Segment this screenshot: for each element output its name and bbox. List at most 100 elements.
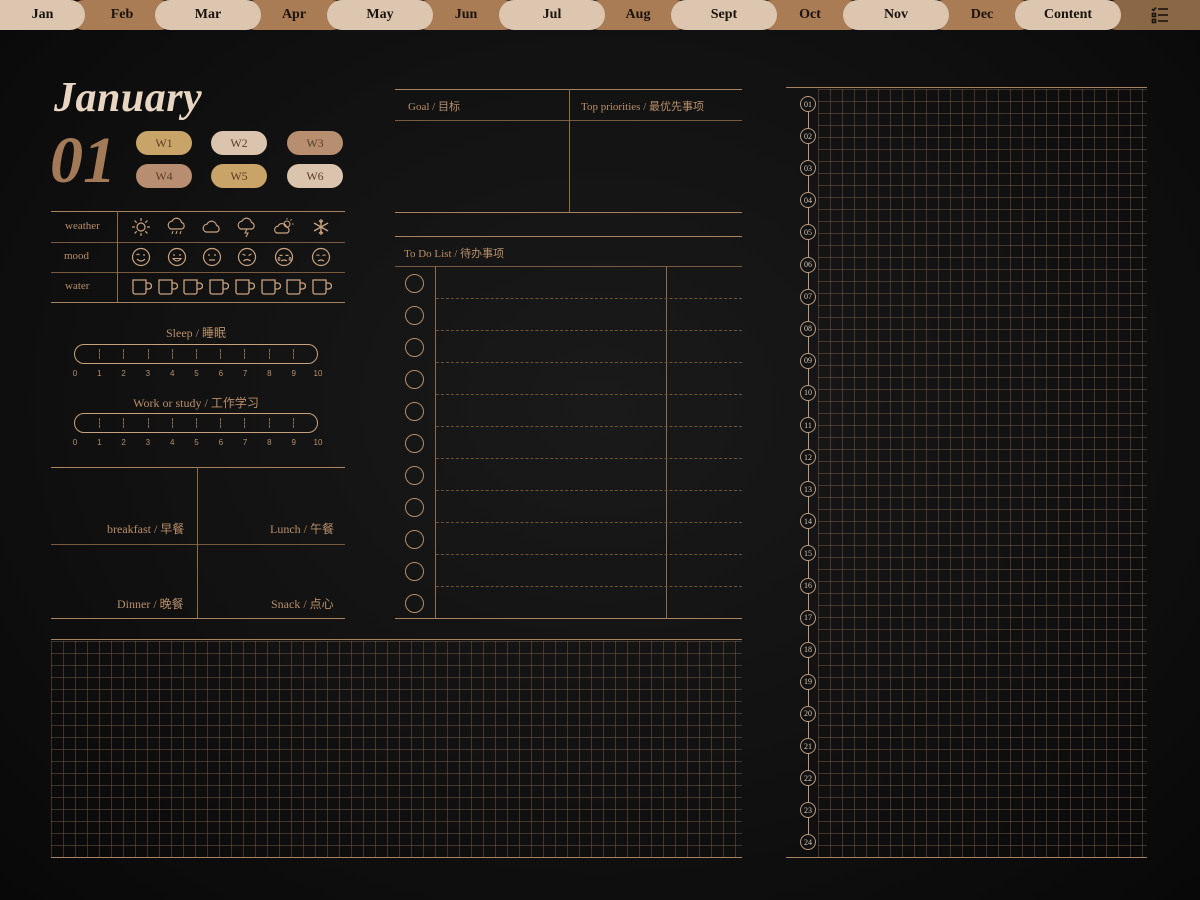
sad-face-icon[interactable] <box>310 246 332 268</box>
tab-label: Jan <box>31 7 54 22</box>
thunderstorm-icon[interactable] <box>236 216 258 238</box>
month-tabs: Jan Feb Mar Apr May Jun Jul Aug Sept Oct Nov Dec Con… <box>0 0 1200 30</box>
lunch-label: Lunch / 午餐 <box>270 522 334 536</box>
tab-mar[interactable]: Mar <box>155 0 261 30</box>
notes-grid[interactable] <box>51 641 742 857</box>
sun-icon[interactable] <box>130 216 152 238</box>
work-study-scale[interactable] <box>74 413 318 433</box>
wink-face-icon[interactable] <box>130 246 152 268</box>
scale-tick <box>220 349 222 359</box>
tab-sept[interactable]: Sept <box>671 0 777 30</box>
water-cup-icon[interactable] <box>181 276 204 298</box>
snack-label: Snack / 点心 <box>271 597 334 611</box>
sleep-scale[interactable] <box>74 344 318 364</box>
water-label: water <box>65 280 90 292</box>
tab-label: Jul <box>542 7 562 22</box>
divider <box>117 211 118 302</box>
todo-checkbox[interactable] <box>405 306 424 325</box>
water-cup-icon[interactable] <box>207 276 230 298</box>
week-button-w5[interactable]: W5 <box>211 164 267 188</box>
water-cup-icon[interactable] <box>130 276 153 298</box>
todo-item-field[interactable] <box>437 555 665 585</box>
scale-number: 1 <box>97 369 102 378</box>
scale-number: 0 <box>72 369 78 378</box>
week-button-w6[interactable]: W6 <box>287 164 343 188</box>
grin-face-icon[interactable] <box>166 246 188 268</box>
cloud-icon[interactable] <box>201 216 223 238</box>
scale-number: 2 <box>121 369 126 378</box>
hour-marker: 09 <box>800 352 816 369</box>
todo-item-field[interactable] <box>437 363 665 393</box>
scale-tick <box>123 418 125 428</box>
todo-item-field[interactable] <box>437 427 665 457</box>
todo-label: To Do List / 待办事项 <box>404 248 505 260</box>
tab-label: Feb <box>110 7 134 22</box>
scale-number: 1 <box>97 438 102 447</box>
hourly-grid[interactable] <box>818 89 1147 857</box>
todo-checkbox[interactable] <box>405 402 424 421</box>
tab-jul[interactable]: Jul <box>499 0 605 30</box>
water-cup-icon[interactable] <box>259 276 281 298</box>
week-button-w3[interactable]: W3 <box>287 131 343 155</box>
scale-tick <box>123 349 125 359</box>
frown-face-icon[interactable] <box>236 246 258 268</box>
tab-label: Nov <box>883 7 909 22</box>
todo-checkbox[interactable] <box>405 594 424 613</box>
hour-marker: 15 <box>800 545 816 562</box>
hour-marker: 06 <box>800 256 816 273</box>
todo-checkbox[interactable] <box>405 530 424 549</box>
todo-checkbox[interactable] <box>405 498 424 517</box>
tab-label: Oct <box>799 7 821 22</box>
tab-jan[interactable]: Jan <box>0 0 85 30</box>
todo-item-field[interactable] <box>437 459 665 489</box>
scale-tick <box>196 349 197 359</box>
hour-marker: 19 <box>800 673 816 690</box>
water-cup-icon[interactable] <box>310 276 332 298</box>
scale-tick <box>292 349 294 359</box>
divider <box>435 266 436 618</box>
todo-checkbox[interactable] <box>405 466 424 485</box>
water-cup-icon[interactable] <box>233 276 255 298</box>
neutral-face-icon[interactable] <box>201 246 223 268</box>
scale-tick <box>147 418 149 428</box>
water-cup-icon[interactable] <box>156 276 178 298</box>
goal-area[interactable] <box>396 122 568 210</box>
todo-checkbox[interactable] <box>405 434 424 453</box>
todo-item-field[interactable] <box>437 523 665 553</box>
crying-face-icon[interactable] <box>273 246 295 268</box>
partly-cloudy-icon[interactable] <box>273 216 295 238</box>
todo-item-field[interactable] <box>437 491 665 521</box>
scale-tick <box>244 349 246 359</box>
tab-content[interactable]: Content <box>1015 0 1121 30</box>
list-menu-icon[interactable] <box>1150 5 1170 25</box>
hour-marker: 24 <box>800 834 816 851</box>
divider <box>51 272 345 273</box>
week-button-w2[interactable]: W2 <box>211 131 267 155</box>
todo-checkbox[interactable] <box>405 370 424 389</box>
tab-label: May <box>366 7 394 22</box>
snowflake-icon[interactable] <box>310 216 332 238</box>
todo-item-field[interactable] <box>437 395 665 425</box>
month-title: January <box>54 75 203 121</box>
week-button-w4[interactable]: W4 <box>136 164 192 188</box>
hour-marker: 03 <box>800 160 816 177</box>
week-button-w1[interactable]: W1 <box>136 131 192 155</box>
divider <box>395 618 742 619</box>
mood-label: mood <box>64 250 90 262</box>
top-priorities-area[interactable] <box>571 122 741 210</box>
todo-checkbox[interactable] <box>405 274 424 293</box>
todo-item-field[interactable] <box>437 331 665 361</box>
todo-checkbox[interactable] <box>405 562 424 581</box>
todo-checkbox[interactable] <box>405 338 424 357</box>
water-cup-icon[interactable] <box>284 276 307 298</box>
tab-label: Apr <box>281 7 307 22</box>
scale-number: 8 <box>267 438 272 447</box>
todo-item-field[interactable] <box>437 299 665 329</box>
tab-nov[interactable]: Nov <box>843 0 949 30</box>
todo-item-field[interactable] <box>437 267 665 297</box>
tab-label: Aug <box>625 7 651 22</box>
divider <box>51 302 345 303</box>
todo-item-field[interactable] <box>437 587 665 617</box>
rain-cloud-icon[interactable] <box>166 216 188 238</box>
tab-may[interactable]: May <box>327 0 433 30</box>
